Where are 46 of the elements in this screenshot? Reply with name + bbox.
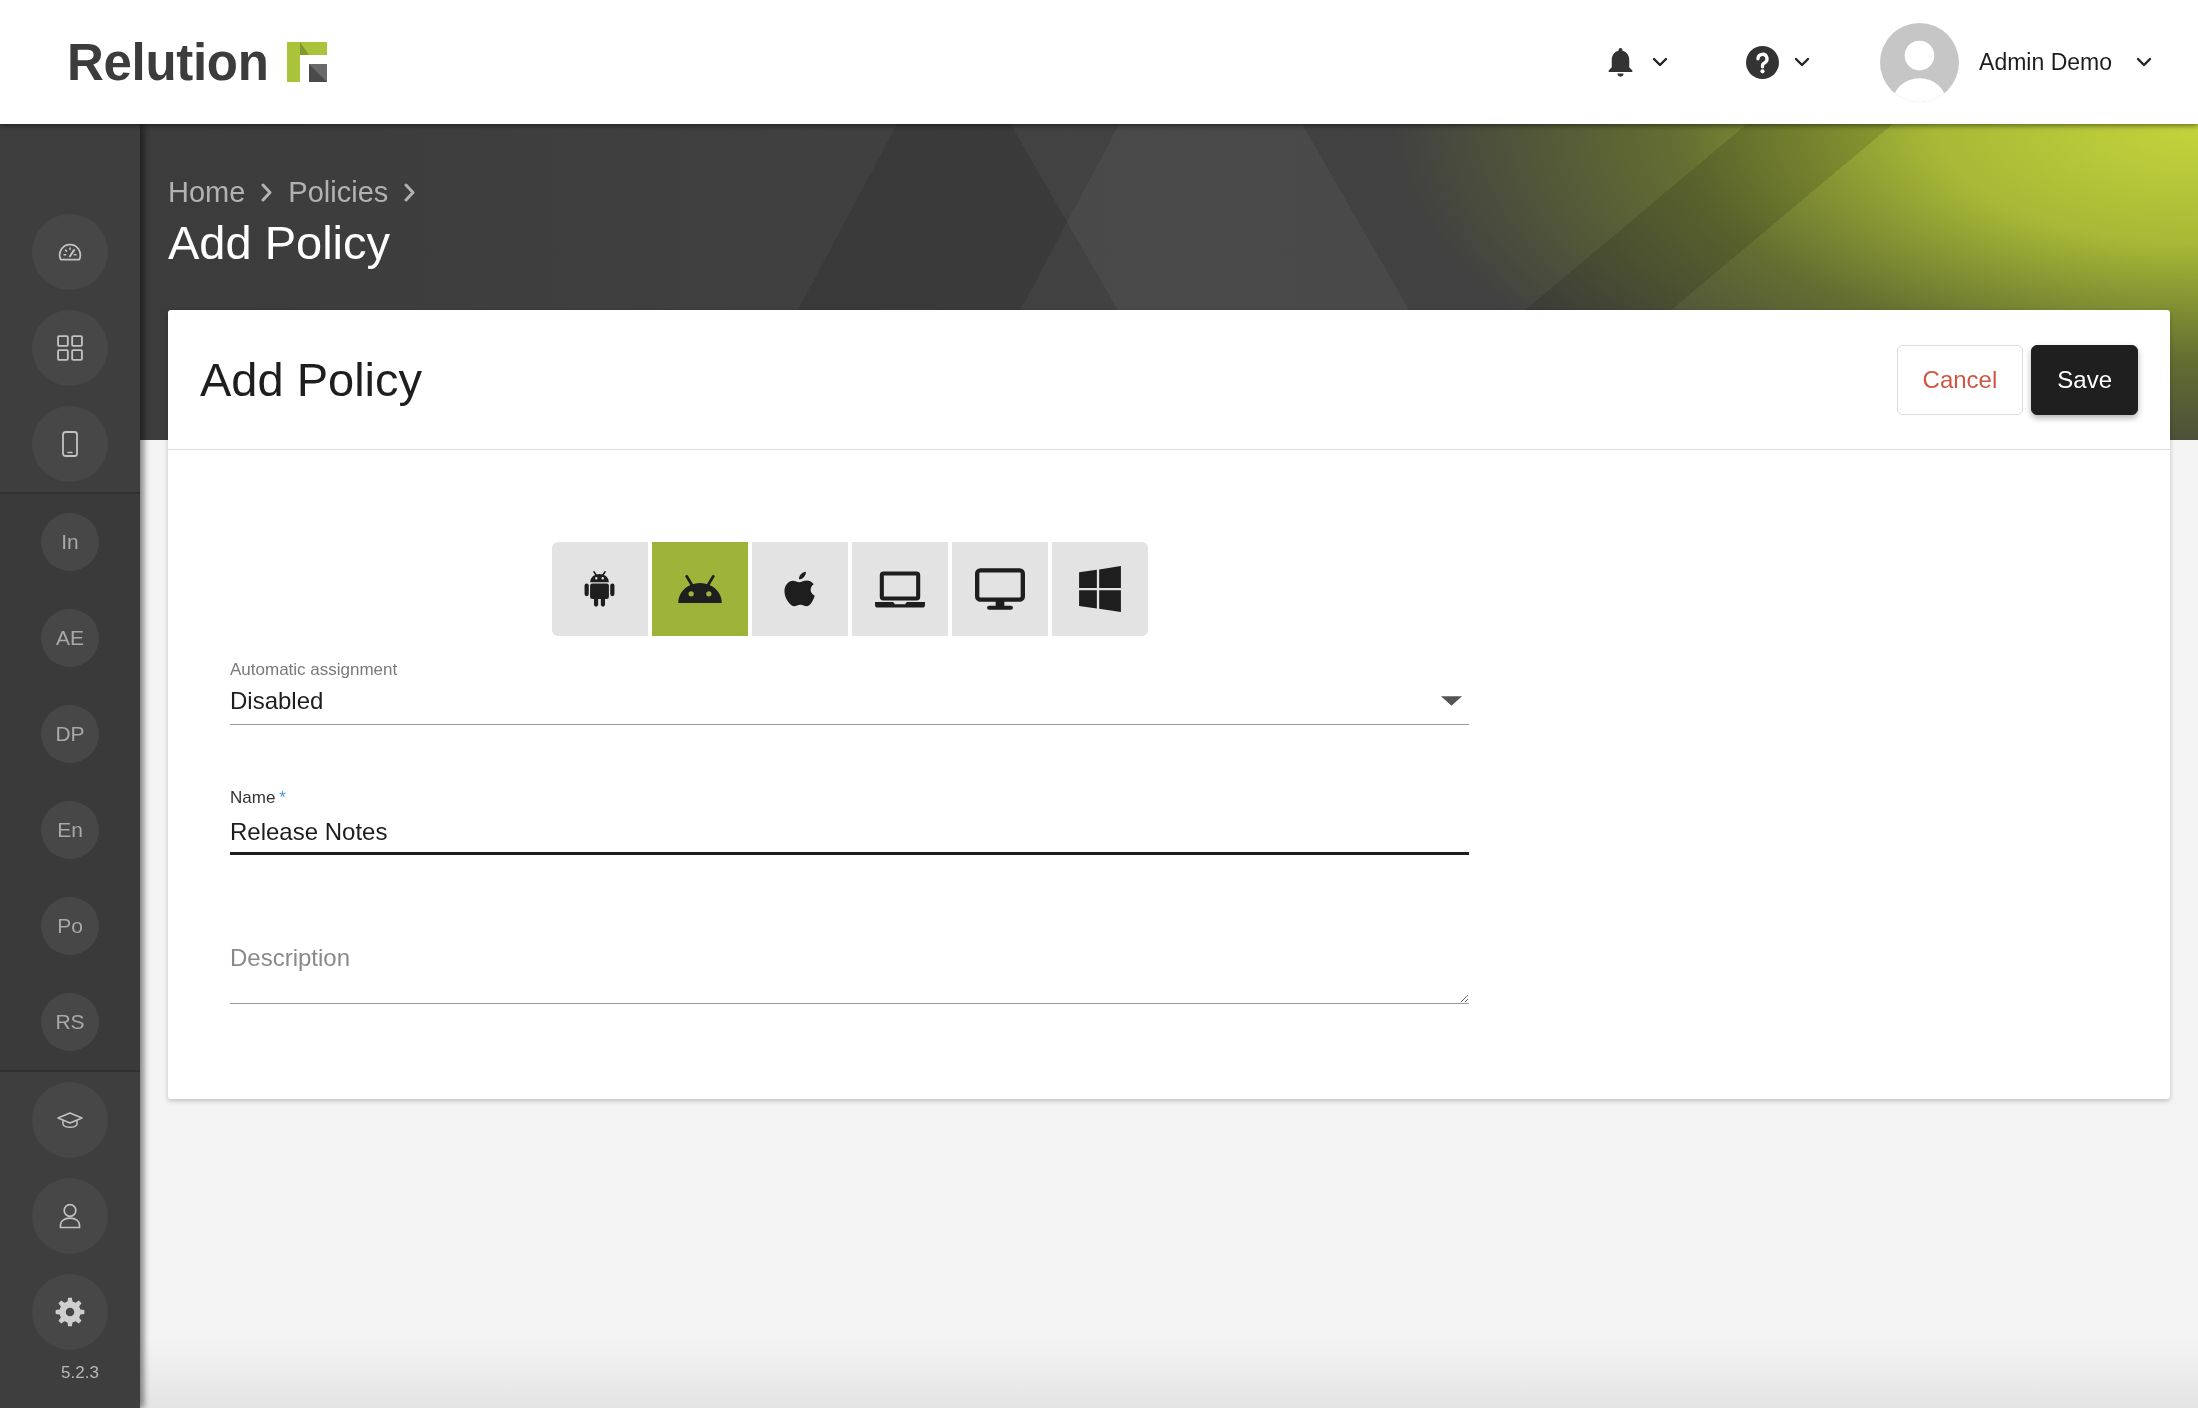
logo-text: Relution xyxy=(67,36,269,88)
field-label: Automatic assignment xyxy=(230,660,399,680)
apple-icon xyxy=(784,571,815,607)
chevron-right-icon xyxy=(261,182,273,202)
chevron-down-icon[interactable] xyxy=(1652,57,1669,67)
platform-button[interactable] xyxy=(851,542,948,636)
nav-button[interactable]: RS xyxy=(41,993,99,1051)
window-tiles-icon xyxy=(1078,566,1121,612)
bell-icon[interactable] xyxy=(1607,46,1635,78)
page-title: Add Policy xyxy=(168,215,392,271)
chevron-down-icon[interactable] xyxy=(2136,57,2152,67)
phone-icon[interactable] xyxy=(62,431,78,457)
cancel-button[interactable]: Cancel xyxy=(1896,344,2024,415)
platform-button[interactable] xyxy=(551,542,648,636)
chevron-down-icon[interactable] xyxy=(1794,57,1811,67)
nav-button[interactable]: Po xyxy=(41,897,99,955)
platform-button[interactable] xyxy=(651,542,748,636)
textarea-field[interactable]: Description xyxy=(230,933,1469,1004)
nav-button[interactable]: DP xyxy=(41,705,99,763)
nav-button[interactable]: In xyxy=(41,513,99,571)
mortarboard-icon[interactable] xyxy=(57,1111,83,1129)
monitor-icon xyxy=(974,568,1025,610)
caret-down-icon[interactable] xyxy=(1441,696,1462,706)
help-icon[interactable] xyxy=(1746,45,1780,79)
gear-icon[interactable] xyxy=(55,1297,85,1327)
breadcrumb-link[interactable]: Policies xyxy=(288,175,389,209)
chevron-right-icon xyxy=(404,182,416,202)
robot-head-icon xyxy=(676,575,723,603)
save-button[interactable]: Save xyxy=(2031,344,2138,415)
platform-button[interactable] xyxy=(751,542,848,636)
card-title: Add Policy xyxy=(200,351,423,408)
platform-button[interactable] xyxy=(1051,542,1148,636)
nav-button[interactable]: AE xyxy=(41,609,99,667)
logo-mark-icon xyxy=(286,42,327,82)
field-label: Name * xyxy=(230,788,287,808)
robot-icon xyxy=(584,570,615,608)
laptop-icon xyxy=(874,570,925,608)
user-name[interactable]: Admin Demo xyxy=(1979,44,2112,80)
grid-icon[interactable] xyxy=(57,335,83,361)
select-field[interactable]: Disabled xyxy=(230,680,1469,725)
person-icon[interactable] xyxy=(59,1203,81,1229)
platform-button[interactable] xyxy=(951,542,1048,636)
text-field[interactable]: Release Notes xyxy=(230,808,1469,855)
nav-button[interactable]: En xyxy=(41,801,99,859)
breadcrumb-link[interactable]: Home xyxy=(168,175,246,209)
version-label: 5.2.3 xyxy=(60,1362,100,1384)
